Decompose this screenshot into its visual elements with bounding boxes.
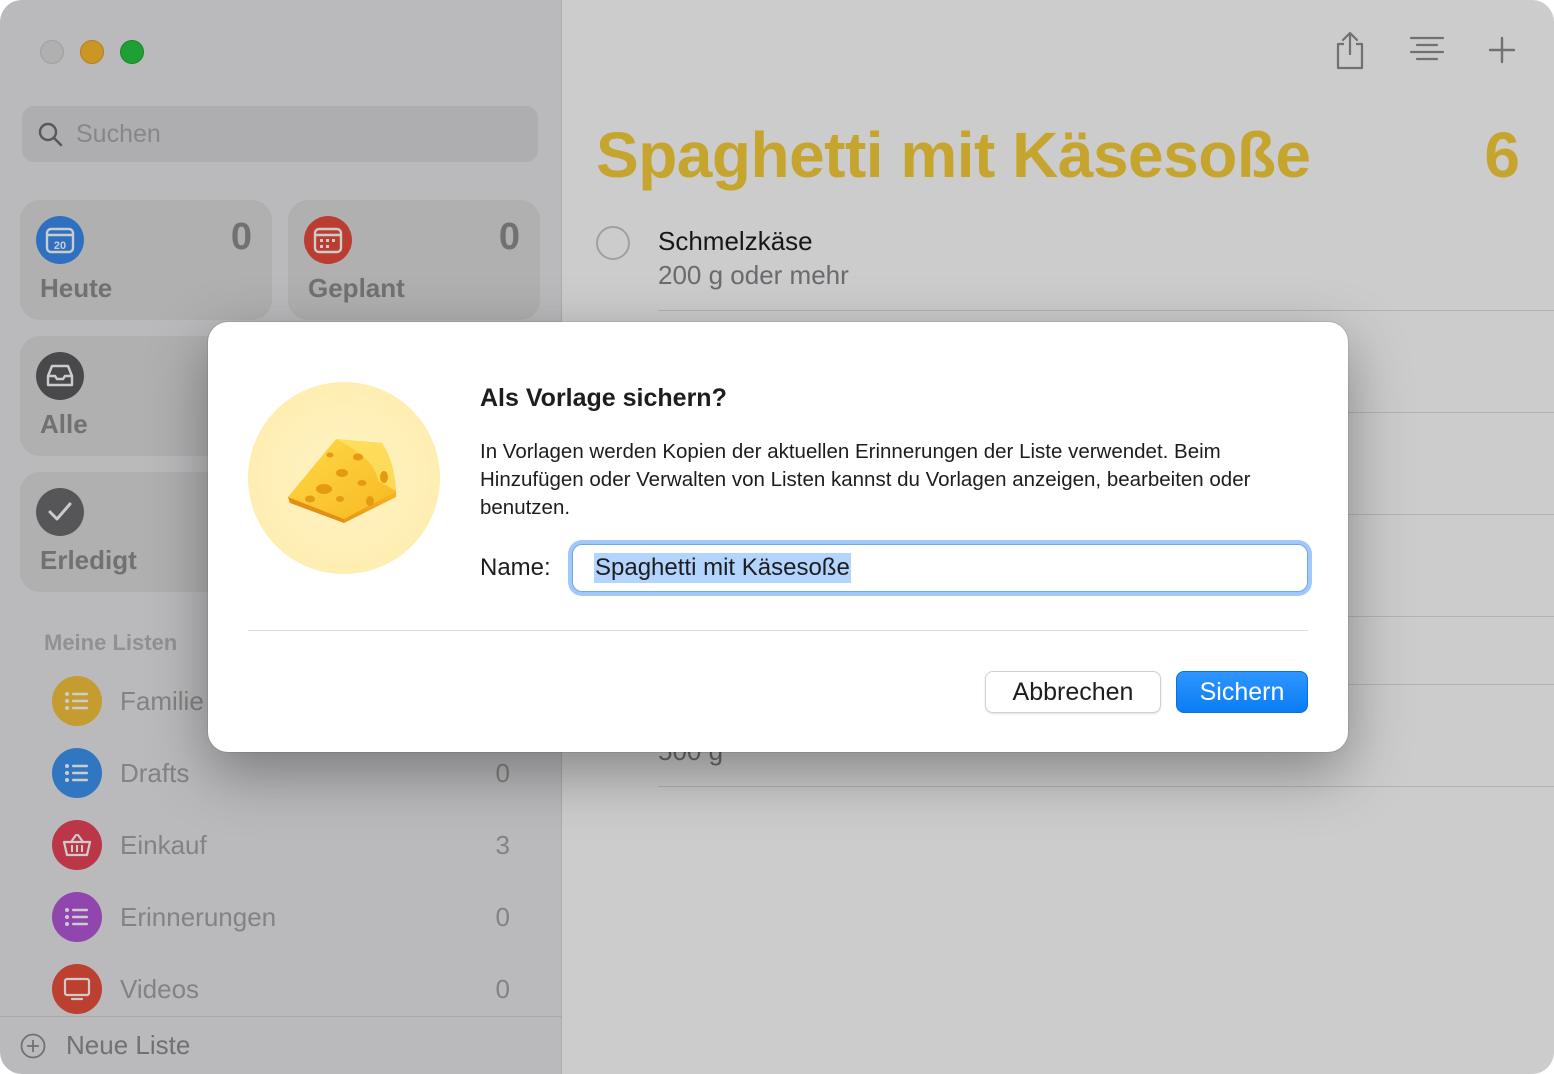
dialog-title: Als Vorlage sichern?: [480, 384, 727, 412]
cancel-button[interactable]: Abbrechen: [985, 671, 1161, 713]
reminders-window: Suchen 20 0 Heute 0 Geplant 8 Alle: [0, 0, 1554, 1074]
name-field-label: Name:: [480, 554, 551, 581]
template-name-input[interactable]: Spaghetti mit Käsesoße: [572, 544, 1308, 592]
save-button[interactable]: Sichern: [1176, 671, 1308, 713]
dialog-divider: [248, 630, 1308, 631]
template-name-value: Spaghetti mit Käsesoße: [594, 553, 851, 583]
dialog-message: In Vorlagen werden Kopien der aktuellen …: [480, 440, 1251, 519]
save-template-dialog: Als Vorlage sichern? In Vorlagen werden …: [208, 322, 1348, 752]
cheese-icon: [248, 382, 440, 574]
